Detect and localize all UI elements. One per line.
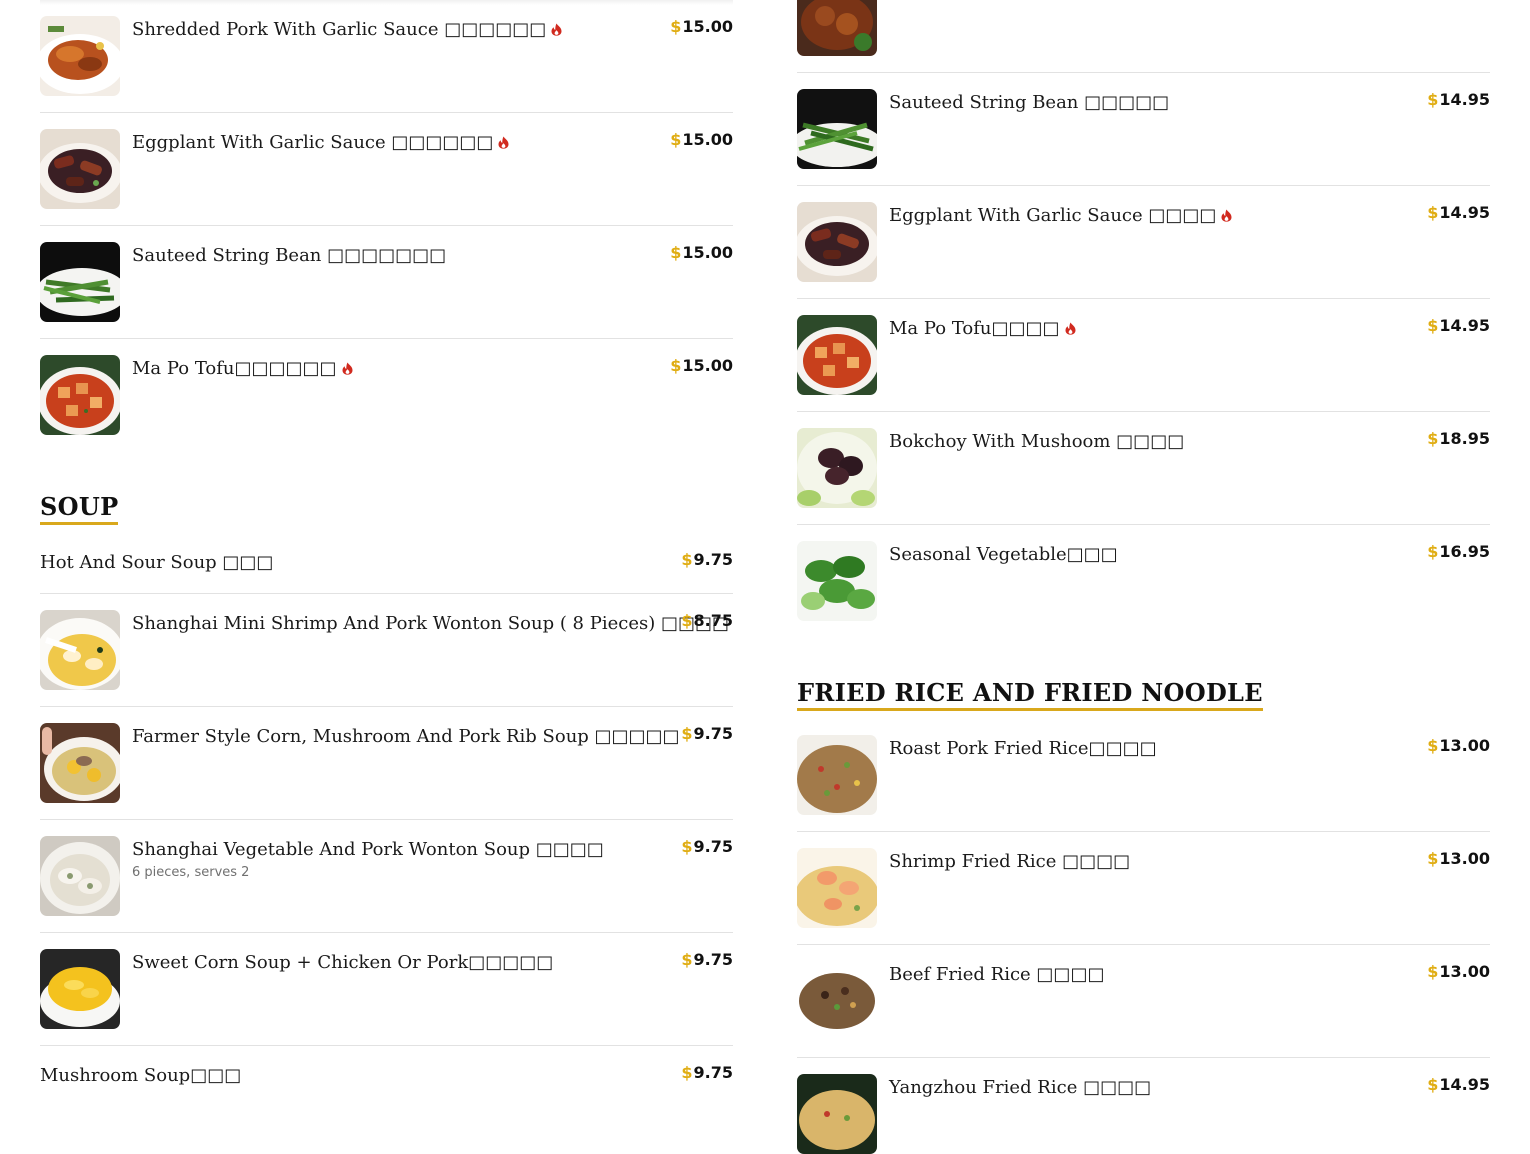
divider: [797, 524, 1490, 525]
food-photo-bokchoy-mushroom: [797, 428, 877, 508]
menu-item-name: Shrimp Fried Rice □□□□: [889, 851, 1131, 872]
divider: [40, 593, 733, 594]
menu-item-name: Beef Fried Rice □□□□: [889, 964, 1105, 985]
divider: [797, 185, 1490, 186]
divider: [40, 706, 733, 707]
menu-item-name: Hot And Sour Soup □□□: [40, 552, 274, 573]
food-photo-shredded-pork: [40, 16, 120, 96]
menu-item-price: $9.75: [681, 724, 733, 743]
spicy-icon: [498, 136, 509, 149]
food-photo-sweet-corn-soup: [40, 949, 120, 1029]
menu-item-name: Sweet Corn Soup + Chicken Or Pork□□□□□: [132, 952, 554, 973]
menu-item-name: Yangzhou Fried Rice □□□□: [889, 1077, 1152, 1098]
menu-item-name: Ma Po Tofu□□□□□□: [132, 357, 643, 381]
menu-item-price: $15.00: [670, 356, 733, 375]
food-photo-mapo-tofu: [797, 315, 877, 395]
menu-item-name: Roast Pork Fried Rice□□□□: [889, 738, 1157, 759]
menu-item-name: Eggplant With Garlic Sauce □□□□: [889, 204, 1400, 228]
food-photo-braised-dish: [797, 0, 877, 56]
divider: [40, 225, 733, 226]
spicy-icon: [1065, 322, 1076, 335]
food-photo-seasonal-vegetable: [797, 541, 877, 621]
menu-item-price: $15.00: [670, 130, 733, 149]
menu-item-name: Mushroom Soup□□□: [40, 1065, 242, 1086]
divider: [797, 72, 1490, 73]
menu-item-name: Bokchoy With Mushoom □□□□: [889, 431, 1185, 452]
divider: [797, 411, 1490, 412]
food-photo-eggplant: [797, 202, 877, 282]
menu-item-price: $8.75: [681, 611, 733, 630]
menu-item-price: $9.75: [681, 837, 733, 856]
menu-item-name: Sauteed String Bean □□□□□: [889, 92, 1170, 113]
menu-item-price: $9.75: [681, 1063, 733, 1082]
menu-item-name: Eggplant With Garlic Sauce □□□□□□: [132, 131, 643, 155]
menu-item-price: $9.75: [681, 550, 733, 569]
menu-item-name: Ma Po Tofu□□□□: [889, 317, 1400, 341]
menu-item-name: Shanghai Mini Shrimp And Pork Wonton Sou…: [132, 613, 729, 634]
divider: [40, 338, 733, 339]
divider: [40, 1045, 733, 1046]
menu-item-price: $9.75: [681, 950, 733, 969]
food-photo-string-bean: [797, 89, 877, 169]
menu-item-name: Seasonal Vegetable□□□: [889, 544, 1118, 565]
divider: [40, 819, 733, 820]
divider: [40, 932, 733, 933]
food-photo-pork-fried-rice: [797, 735, 877, 815]
food-photo-beef-fried-rice: [797, 961, 877, 1041]
spicy-icon: [1221, 209, 1232, 222]
food-photo-corn-rib-soup: [40, 723, 120, 803]
menu-item-name: Farmer Style Corn, Mushroom And Pork Rib…: [132, 726, 680, 747]
menu-item-price: $18.95: [1427, 429, 1490, 448]
section-title-fried-rice: FRIED RICE AND FRIED NOODLE: [797, 678, 1263, 711]
menu-item-description: 6 pieces, serves 2: [132, 865, 250, 880]
spicy-icon: [342, 362, 353, 375]
menu-item-name: Shanghai Vegetable And Pork Wonton Soup …: [132, 839, 604, 860]
menu-item-name: Shredded Pork With Garlic Sauce □□□□□□: [132, 18, 643, 42]
food-photo-mapo-tofu: [40, 355, 120, 435]
menu-item-price: $13.00: [1427, 962, 1490, 981]
food-photo-eggplant: [40, 129, 120, 209]
menu-item-price: $13.00: [1427, 736, 1490, 755]
menu-item-price: $14.95: [1427, 203, 1490, 222]
divider: [797, 298, 1490, 299]
menu-item-price: $14.95: [1427, 90, 1490, 109]
scroll-edge-shadow: [40, 0, 733, 5]
divider: [797, 1057, 1490, 1058]
menu-item-price: $14.95: [1427, 316, 1490, 335]
menu-item-price: $16.95: [1427, 542, 1490, 561]
menu-item-price: $15.00: [670, 17, 733, 36]
menu-item-price: $13.00: [1427, 849, 1490, 868]
food-photo-yangzhou-fried-rice: [797, 1074, 877, 1154]
menu-item-price: $14.95: [1427, 1075, 1490, 1094]
divider: [797, 831, 1490, 832]
food-photo-mini-wonton-soup: [40, 610, 120, 690]
divider: [40, 112, 733, 113]
food-photo-shrimp-fried-rice: [797, 848, 877, 928]
menu-item-price: $15.00: [670, 243, 733, 262]
food-photo-vegetable-wonton-soup: [40, 836, 120, 916]
section-title-soup: SOUP: [40, 492, 119, 525]
spicy-icon: [551, 23, 562, 36]
divider: [797, 944, 1490, 945]
menu-item-name: Sauteed String Bean □□□□□□□: [132, 245, 447, 266]
food-photo-string-bean: [40, 242, 120, 322]
